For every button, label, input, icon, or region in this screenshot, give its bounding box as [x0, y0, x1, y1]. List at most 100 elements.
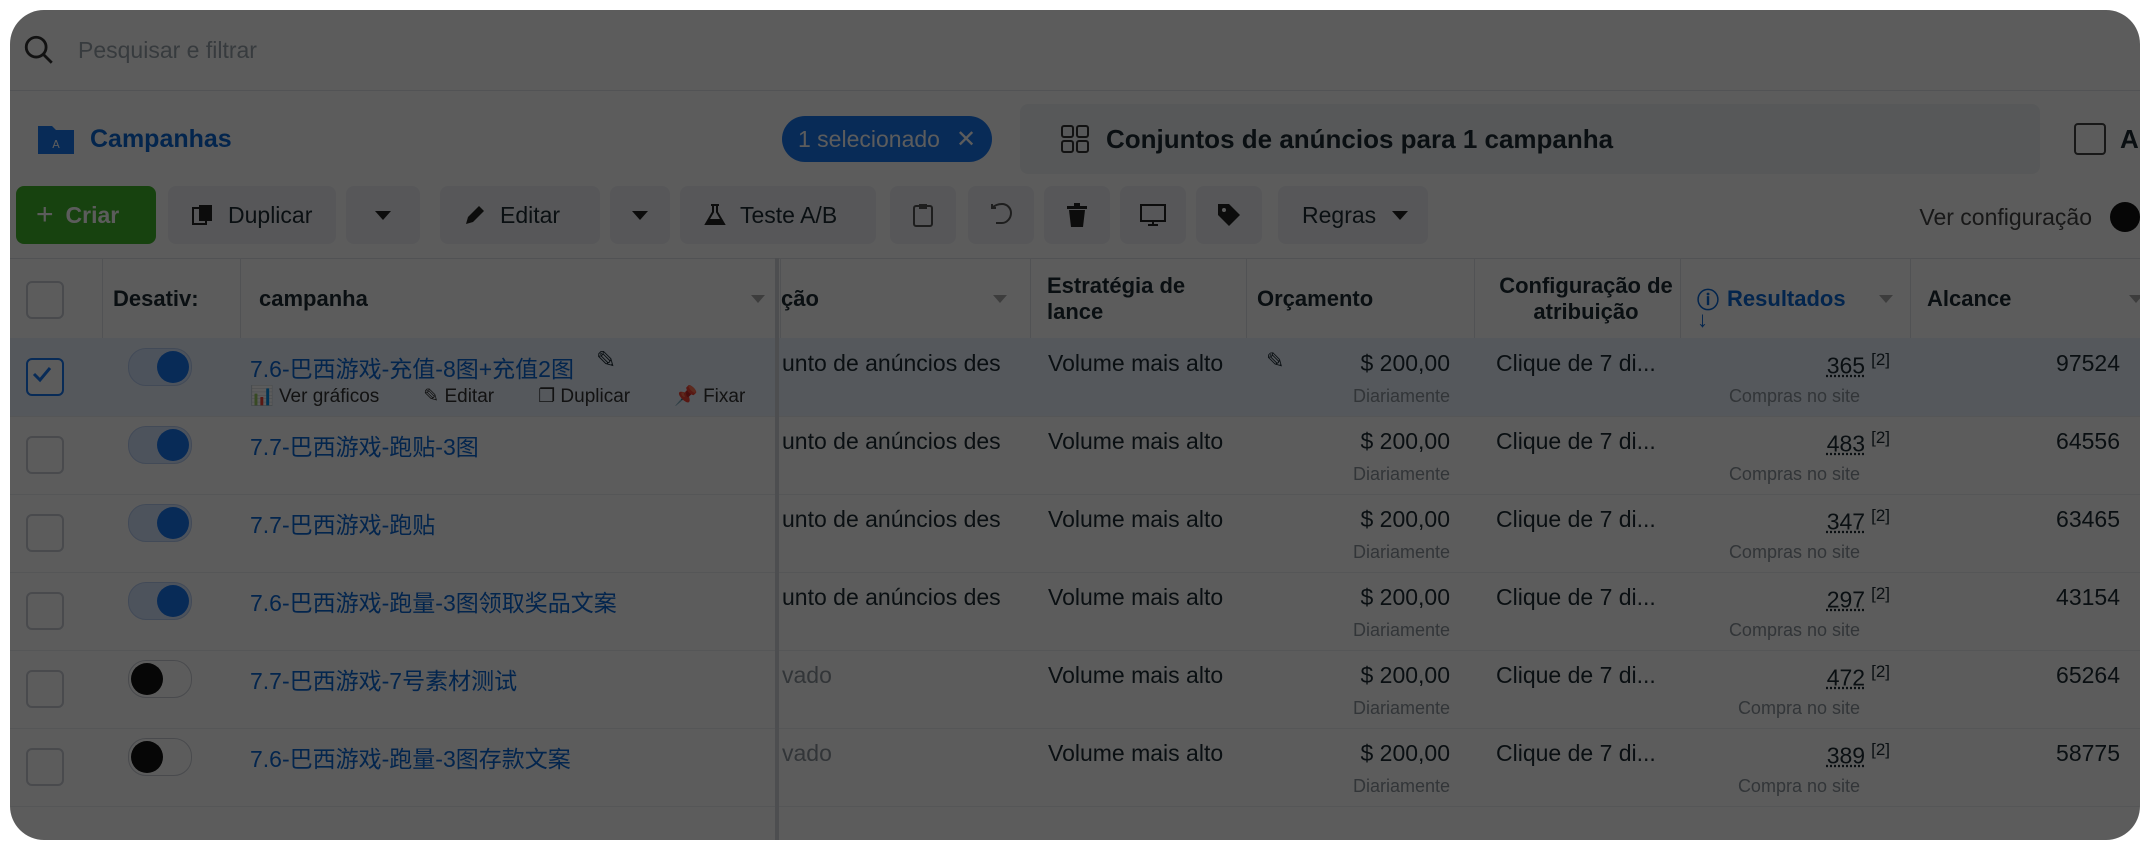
table-row[interactable]: 7.6-巴西游戏-跑量-3图存款文案 vado Volume mais alto…	[10, 728, 2140, 807]
campaign-toggle[interactable]	[128, 660, 192, 698]
pencil-icon	[466, 206, 484, 224]
ab-test-button[interactable]: Teste A/B	[680, 186, 876, 244]
clipboard-button[interactable]	[890, 186, 956, 244]
duplicate-label: Duplicar	[228, 201, 313, 228]
charts-label: Ver gráficos	[278, 386, 380, 407]
campaign-name-link[interactable]: 7.6-巴西游戏-跑量-3图存款文案	[250, 740, 571, 774]
selected-count-label: 1 selecionado	[798, 125, 940, 152]
column-header-bid-strategy[interactable]: Estratégia de lance	[1030, 259, 1243, 339]
row-checkbox[interactable]	[26, 436, 64, 474]
campaign-name-link[interactable]: 7.6-巴西游戏-跑量-3图领取奖品文案	[250, 584, 617, 618]
bid-strategy-cell: Volume mais alto	[1048, 740, 1224, 766]
clipboard-icon	[913, 204, 933, 227]
selected-count-pill[interactable]: 1 selecionado ✕	[782, 116, 993, 162]
results-ref: [2]	[1871, 350, 1890, 369]
tag-button[interactable]	[1196, 186, 1262, 244]
close-icon[interactable]: ✕	[956, 125, 976, 154]
column-header-reach[interactable]: Alcance	[1910, 259, 2140, 339]
campaign-toggle[interactable]	[128, 504, 192, 542]
pencil-icon[interactable]: ✎	[1266, 348, 1284, 374]
campaign-toggle[interactable]	[128, 582, 192, 620]
duplicate-dropdown-button[interactable]	[346, 186, 420, 244]
tab-ads[interactable]: An	[2050, 104, 2140, 174]
column-header-off[interactable]: Desativ:	[102, 259, 243, 339]
results-ref: [2]	[1871, 740, 1890, 759]
sort-icon[interactable]	[1879, 295, 1893, 303]
row-checkbox[interactable]	[26, 748, 64, 786]
search-bar[interactable]: Pesquisar e filtrar	[10, 10, 2140, 91]
toggle-knob	[157, 429, 189, 461]
results-value[interactable]: 472	[1827, 665, 1865, 691]
row-actions: 📊 Ver gráficos ✎ Editar ❐ Duplicar 📌 Fix…	[250, 384, 789, 408]
column-header-delivery[interactable]: ção	[780, 259, 1021, 339]
flask-icon	[704, 204, 726, 225]
campaign-toggle[interactable]	[128, 426, 192, 464]
edit-link[interactable]: ✎ Editar	[423, 385, 516, 408]
create-button[interactable]: + Criar	[16, 186, 156, 244]
edit-dropdown-button[interactable]	[610, 186, 670, 244]
pin-link[interactable]: 📌 Fixar	[674, 384, 767, 408]
delete-button[interactable]	[1044, 186, 1110, 244]
edit-button[interactable]: Editar	[440, 186, 600, 244]
duplicate-link[interactable]: ❐ Duplicar	[538, 385, 652, 408]
campaign-name-link[interactable]: 7.6-巴西游戏-充值-8图+充值2图	[250, 350, 574, 384]
tab-adsets[interactable]: Conjuntos de anúncios para 1 campanha	[1020, 104, 2040, 174]
tab-campaigns[interactable]: A Campanhas 1 selecionado ✕	[10, 98, 1010, 180]
row-checkbox[interactable]	[26, 514, 64, 552]
select-all-checkbox[interactable]	[26, 281, 64, 319]
campaign-name-link[interactable]: 7.7-巴西游戏-跑贴	[250, 506, 435, 540]
checkmark-icon	[32, 367, 52, 383]
sort-icon[interactable]	[993, 295, 1007, 303]
column-bid-label: Estratégia de lance	[1047, 273, 1186, 324]
results-value[interactable]: 365	[1827, 353, 1865, 379]
edit-label: Editar	[500, 201, 561, 228]
table-header: Desativ: campanha ção Estratégia de lanc…	[10, 258, 2140, 340]
sort-icon[interactable]	[751, 295, 765, 303]
duplicate-button[interactable]: Duplicar	[168, 186, 336, 244]
frozen-column-divider[interactable]	[775, 258, 779, 840]
select-all-cell[interactable]	[26, 259, 86, 339]
table-row[interactable]: 7.6-巴西游戏-充值-8图+充值2图 ✎ 📊 Ver gráficos ✎ E…	[10, 338, 2140, 417]
undo-icon	[991, 202, 1013, 224]
edit-label: Editar	[444, 385, 495, 407]
column-header-campaign[interactable]: campanha	[240, 259, 779, 339]
row-checkbox[interactable]	[26, 592, 64, 630]
pencil-icon[interactable]: ✎	[596, 346, 616, 375]
plus-icon: +	[36, 198, 54, 231]
duplicate-label: Duplicar	[560, 385, 631, 407]
column-header-budget[interactable]: Orçamento	[1246, 259, 1467, 339]
column-header-results[interactable]: ⓘ Resultados ↓	[1680, 259, 1907, 339]
row-checkbox[interactable]	[26, 358, 64, 396]
undo-button[interactable]	[968, 186, 1034, 244]
row-checkbox[interactable]	[26, 670, 64, 708]
table-row[interactable]: 7.6-巴西游戏-跑量-3图领取奖品文案 unto de anúncios de…	[10, 572, 2140, 651]
view-config-label: Ver configuração	[1919, 203, 2092, 230]
column-header-attribution[interactable]: Configuração de atribuição	[1474, 259, 1681, 339]
sort-desc-icon: ↓	[1697, 307, 1708, 332]
pin-label: Fixar	[703, 386, 746, 407]
view-charts-link[interactable]: 📊 Ver gráficos	[250, 384, 401, 408]
ad-icon	[2074, 123, 2106, 155]
table-row[interactable]: 7.7-巴西游戏-跑贴-3图 unto de anúncios des Volu…	[10, 416, 2140, 495]
results-value[interactable]: 389	[1827, 743, 1865, 769]
campaign-name-link[interactable]: 7.7-巴西游戏-7号素材测试	[250, 662, 517, 696]
rules-label: Regras	[1302, 201, 1377, 228]
campaign-toggle[interactable]	[128, 348, 192, 386]
table-row[interactable]: 7.7-巴西游戏-跑贴 unto de anúncios des Volume …	[10, 494, 2140, 573]
results-value[interactable]: 483	[1827, 431, 1865, 457]
rules-button[interactable]: Regras	[1278, 186, 1428, 244]
table-row[interactable]: 7.7-巴西游戏-7号素材测试 vado Volume mais alto $ …	[10, 650, 2140, 729]
toolbar: + Criar Duplicar Editar Teste A/B Regras…	[10, 182, 2140, 248]
results-value[interactable]: 347	[1827, 509, 1865, 535]
view-config-toggle[interactable]: Ver configuração	[1919, 202, 2140, 232]
campaign-toggle[interactable]	[128, 738, 192, 776]
sort-icon[interactable]	[2129, 295, 2140, 303]
tab-campaigns-label: Campanhas	[90, 124, 232, 153]
chevron-down-icon	[375, 210, 391, 220]
campaign-name-link[interactable]: 7.7-巴西游戏-跑贴-3图	[250, 428, 479, 462]
preview-button[interactable]	[1120, 186, 1186, 244]
toggle-knob	[131, 663, 163, 695]
results-value[interactable]: 297	[1827, 587, 1865, 613]
trash-icon	[1067, 203, 1087, 227]
column-off-label: Desativ:	[113, 286, 199, 311]
